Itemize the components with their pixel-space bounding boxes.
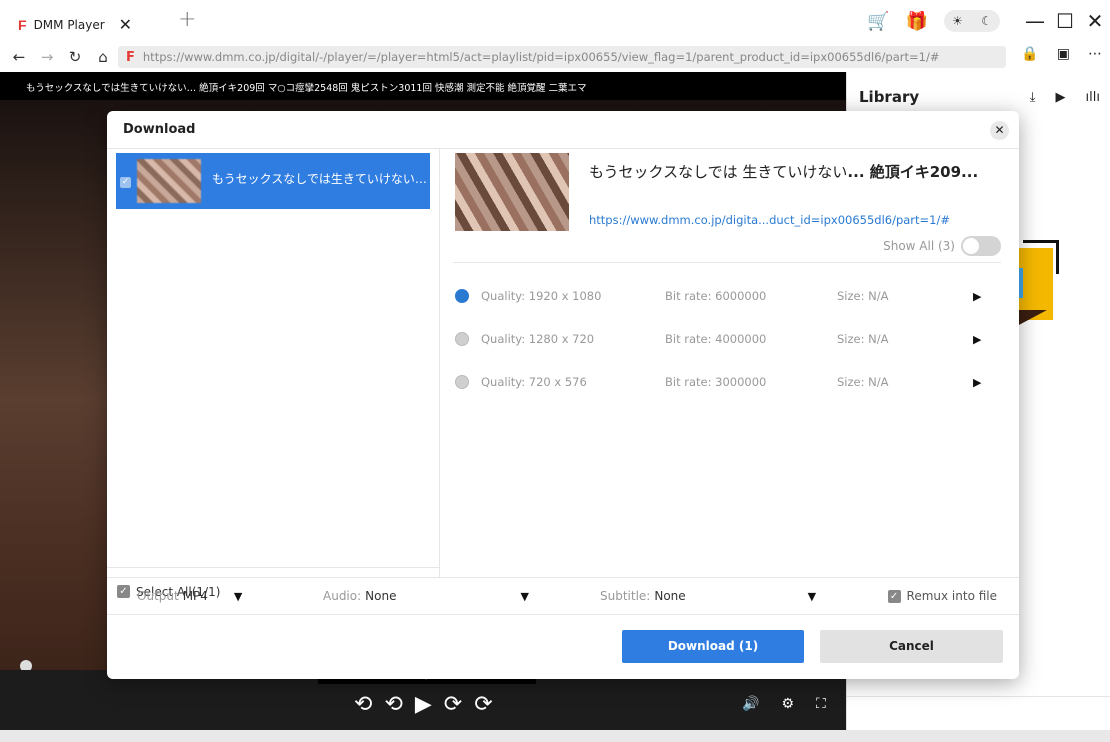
url-text: https://www.dmm.co.jp/digital/-/player/=… (142, 50, 940, 64)
audio-value: None (365, 589, 397, 603)
chevron-down-icon: ▼ (807, 589, 817, 603)
lock-icon[interactable]: 🔒 (1021, 46, 1038, 62)
status-bar (0, 730, 1110, 742)
cancel-button[interactable]: Cancel (820, 630, 1003, 663)
subtitle-select[interactable]: Subtitle: None ▼ (600, 589, 816, 603)
chevron-down-icon: ▼ (233, 589, 243, 603)
list-item[interactable]: ✓ もうセックスなしでは生きていけない… ... (116, 153, 442, 209)
title-bar: F DMM Player ✕ + 🛒 🎁 ☀ ☾ — ☐ ✕ (0, 0, 1110, 42)
remux-checkbox[interactable]: ✓ (887, 589, 901, 603)
maximize-icon[interactable]: ☐ (1050, 9, 1080, 33)
app-logo-icon: F (18, 17, 27, 33)
download-button[interactable]: Download (1) (622, 630, 804, 663)
video-detail-pane: もうセックスなしでは 生きていけない... 絶頂イキ209... https:/… (441, 149, 1019, 577)
tab-close-button[interactable]: ✕ (119, 15, 132, 34)
cart-icon[interactable]: 🛒 (867, 11, 889, 32)
forward-icon[interactable]: → (38, 48, 56, 66)
reload-icon[interactable]: ↻ (66, 48, 84, 66)
show-all: Show All (3) (883, 236, 1001, 256)
quality-bitrate: Bit rate: 6000000 (665, 289, 767, 303)
address-bar: ← → ↻ ⌂ F https://www.dmm.co.jp/digital/… (0, 42, 1110, 72)
youtube-icon[interactable]: ▶ (1056, 90, 1066, 105)
dialog-title: Download (123, 122, 196, 137)
settings-icon[interactable]: ⚙ (781, 696, 794, 712)
rewind-60-icon[interactable]: ⟲ (354, 692, 372, 717)
youtube-icon: ▶ (973, 289, 982, 303)
gift-icon[interactable]: 🎁 (906, 11, 928, 32)
library-actions: ⤓ ▶ ıllı (1030, 90, 1100, 105)
title-bar-actions: 🛒 🎁 ☀ ☾ — ☐ ✕ (867, 0, 1110, 42)
list-item-thumbnail (137, 159, 201, 203)
library-title: Library (859, 88, 920, 106)
detail-url[interactable]: https://www.dmm.co.jp/digita...duct_id=i… (589, 213, 950, 227)
fullscreen-icon[interactable]: ⛶ (816, 696, 826, 712)
site-logo-icon: F (126, 49, 135, 65)
subtitle-value: None (654, 589, 686, 603)
download-dialog: Download ✕ ✓ もうセックスなしでは生きていけない… ... ✓ Se… (107, 111, 1019, 679)
detail-title-main: もうセックスなしでは 生きていけない (589, 163, 848, 181)
remux-option[interactable]: ✓ Remux into file (887, 589, 997, 603)
list-item-checkbox[interactable]: ✓ (120, 177, 131, 188)
dialog-close-button[interactable]: ✕ (990, 121, 1009, 140)
quality-size: Size: N/A (837, 375, 889, 389)
detail-divider (453, 262, 1001, 263)
library-illustration (1017, 240, 1059, 338)
tab-icon[interactable]: ▣ (1057, 46, 1070, 62)
audio-wave-icon[interactable]: ıllı (1086, 90, 1100, 105)
tab-title: DMM Player (33, 18, 105, 32)
quality-radio[interactable] (455, 375, 469, 389)
quality-option[interactable]: Quality: 720 x 576 Bit rate: 3000000 Siz… (455, 372, 1015, 392)
quality-bitrate: Bit rate: 4000000 (665, 332, 767, 346)
quality-option[interactable]: Quality: 1280 x 720 Bit rate: 4000000 Si… (455, 329, 1015, 349)
subtitle-label: Subtitle: (600, 589, 651, 603)
more-icon[interactable]: ⋯ (1088, 46, 1102, 62)
audio-label: Audio: (323, 589, 362, 603)
playback-controls: ⟲ ⟲ ▶ ⟳ ⟳ (354, 692, 493, 717)
back-icon[interactable]: ← (10, 48, 28, 66)
rewind-10-icon[interactable]: ⟲ (384, 692, 402, 717)
url-field[interactable]: F https://www.dmm.co.jp/digital/-/player… (118, 46, 1006, 68)
volume-icon[interactable]: 🔊 (742, 696, 759, 712)
output-value: MP4 (182, 589, 208, 603)
address-actions: 🔒 ▣ ⋯ (1003, 46, 1102, 62)
chevron-down-icon: ▼ (520, 589, 529, 603)
detail-title-suffix: ... 絶頂イキ209... (847, 163, 979, 181)
youtube-icon: ▶ (973, 332, 982, 346)
quality-radio[interactable] (455, 289, 469, 303)
video-title: もうセックスなしでは生きていけない… 絶頂イキ209回 マ○コ痙攣2548回 鬼… (0, 72, 846, 100)
youtube-icon: ▶ (973, 375, 982, 389)
show-all-toggle[interactable] (961, 236, 1001, 256)
quality-resolution: Quality: 1280 x 720 (481, 332, 595, 346)
home-icon[interactable]: ⌂ (94, 48, 112, 66)
download-options: Output MP4 ▼ Audio: None ▼ Subtitle: Non… (107, 577, 1019, 615)
dialog-header: Download ✕ (107, 111, 1019, 149)
forward-60-icon[interactable]: ⟳ (474, 692, 492, 717)
quality-radio[interactable] (455, 332, 469, 346)
detail-title: もうセックスなしでは 生きていけない... 絶頂イキ209... (589, 161, 978, 182)
forward-10-icon[interactable]: ⟳ (444, 692, 462, 717)
play-icon[interactable]: ▶ (415, 692, 432, 717)
new-tab-button[interactable]: + (178, 7, 196, 32)
output-label: Output (137, 589, 179, 603)
list-item-title: もうセックスなしでは生きていけない… ... (212, 172, 443, 186)
remux-label: Remux into file (906, 589, 997, 603)
download-icon[interactable]: ⤓ (1030, 90, 1036, 105)
quality-resolution: Quality: 1920 x 1080 (481, 289, 602, 303)
audio-select[interactable]: Audio: None ▼ (323, 589, 529, 603)
theme-toggle-icon[interactable]: ☀ ☾ (944, 10, 1000, 32)
output-select[interactable]: Output MP4 ▼ (137, 589, 242, 603)
video-list-pane: ✓ もうセックスなしでは生きていけない… ... ✓ Select All(1/… (107, 149, 442, 599)
minimize-icon[interactable]: — (1020, 9, 1050, 33)
quality-resolution: Quality: 720 x 576 (481, 375, 587, 389)
close-icon[interactable]: ✕ (1080, 9, 1110, 33)
quality-bitrate: Bit rate: 3000000 (665, 375, 767, 389)
detail-thumbnail (455, 153, 569, 231)
quality-option[interactable]: Quality: 1920 x 1080 Bit rate: 6000000 S… (455, 286, 1015, 306)
quality-size: Size: N/A (837, 332, 889, 346)
browser-tab[interactable]: F DMM Player ✕ (8, 8, 176, 42)
show-all-label: Show All (3) (883, 239, 955, 253)
quality-size: Size: N/A (837, 289, 889, 303)
player-settings: 🔊 ⚙ ⛶ (742, 696, 826, 712)
